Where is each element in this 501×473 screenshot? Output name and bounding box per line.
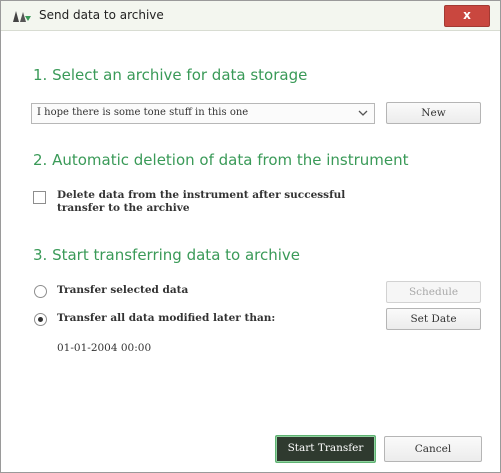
transfer-selected-radio[interactable]	[34, 285, 47, 298]
chevron-down-icon	[358, 110, 368, 116]
archive-dropdown[interactable]: I hope there is some tone stuff in this …	[31, 103, 375, 124]
section-2-heading: 2. Automatic deletion of data from the i…	[33, 151, 409, 169]
start-transfer-button[interactable]: Start Transfer	[275, 435, 376, 463]
title-bar[interactable]: Send data to archive x	[1, 1, 500, 31]
window-title: Send data to archive	[39, 8, 164, 22]
cancel-button[interactable]: Cancel	[384, 436, 482, 462]
new-archive-button[interactable]: New	[386, 102, 481, 124]
set-date-button[interactable]: Set Date	[386, 308, 481, 330]
date-value: 01-01-2004 00:00	[57, 342, 152, 354]
delete-data-label-line2: transfer to the archive	[57, 202, 190, 214]
transfer-all-label: Transfer all data modified later than:	[57, 312, 276, 324]
archive-dialog: Send data to archive x 1. Select an arch…	[0, 0, 501, 473]
schedule-button[interactable]: Schedule	[386, 281, 481, 303]
section-3-heading: 3. Start transferring data to archive	[33, 246, 301, 264]
archive-dropdown-value: I hope there is some tone stuff in this …	[37, 107, 249, 118]
close-button[interactable]: x	[444, 5, 490, 27]
delete-data-checkbox[interactable]	[33, 191, 46, 204]
transfer-selected-label: Transfer selected data	[57, 284, 189, 296]
app-icon	[13, 11, 31, 22]
section-1-heading: 1. Select an archive for data storage	[33, 66, 308, 84]
transfer-all-radio[interactable]	[34, 313, 47, 326]
delete-data-label-line1: Delete data from the instrument after su…	[57, 189, 346, 201]
